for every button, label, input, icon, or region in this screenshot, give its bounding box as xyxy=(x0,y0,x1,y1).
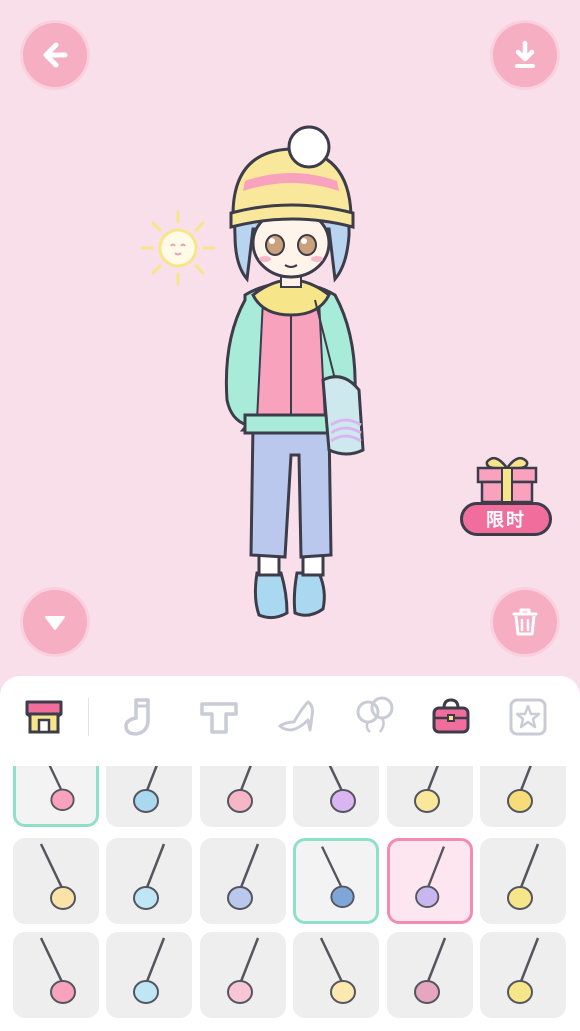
bear-face-bag-icon xyxy=(414,937,447,1004)
bunny-face-bag-icon xyxy=(39,843,76,910)
item-cell[interactable] xyxy=(293,932,379,1018)
shop-icon xyxy=(25,700,63,734)
character-stage: 限时 xyxy=(0,0,580,690)
download-button[interactable] xyxy=(490,20,560,90)
rainbow-heart-bag-icon xyxy=(328,766,356,813)
item-cell[interactable] xyxy=(200,766,286,827)
yellow-heart-bag-icon xyxy=(507,766,533,813)
download-icon xyxy=(515,40,535,68)
bunny-charm-bag-icon xyxy=(227,937,260,1004)
limited-offer-label: 限时 xyxy=(460,502,552,536)
triangle-down-icon xyxy=(45,616,65,630)
item-cell[interactable] xyxy=(200,932,286,1018)
item-cell[interactable] xyxy=(293,838,379,924)
item-grid xyxy=(0,766,580,1031)
arrow-left-icon xyxy=(43,42,68,68)
tab-shop[interactable] xyxy=(21,694,67,740)
pink-flower-bag-icon xyxy=(39,937,76,1004)
item-cell[interactable] xyxy=(106,766,192,827)
item-cell[interactable] xyxy=(293,766,379,827)
star-icon xyxy=(509,698,547,736)
item-cell[interactable] xyxy=(480,838,566,924)
balloon-icon xyxy=(356,696,394,733)
item-cell[interactable] xyxy=(13,838,99,924)
dressup-character xyxy=(224,125,365,620)
item-cell[interactable] xyxy=(480,932,566,1018)
sun-decoration xyxy=(140,210,216,286)
item-cell[interactable] xyxy=(106,838,192,924)
milk-carton-bag-icon xyxy=(133,937,166,1004)
trash-icon xyxy=(512,608,538,636)
item-cell[interactable] xyxy=(387,932,473,1018)
tab-divider xyxy=(88,698,89,736)
tab-balloons[interactable] xyxy=(352,694,398,740)
tab-socks[interactable] xyxy=(118,694,164,740)
wardrobe-panel xyxy=(0,676,580,1031)
candy-bag-icon xyxy=(133,843,166,910)
pink-feather-keychain-bag-icon xyxy=(48,766,75,811)
trash-button[interactable] xyxy=(490,587,560,657)
item-cell[interactable] xyxy=(387,838,473,924)
item-cell[interactable] xyxy=(106,932,192,1018)
item-cell[interactable] xyxy=(480,766,566,827)
sock-icon xyxy=(124,698,150,736)
blue-charm-bag-icon xyxy=(133,766,159,813)
item-cell[interactable] xyxy=(200,838,286,924)
shirt-icon xyxy=(200,702,238,734)
collapse-panel-button[interactable] xyxy=(20,587,90,657)
limited-offer-button[interactable]: 限时 xyxy=(460,454,556,540)
tab-favorites[interactable] xyxy=(505,694,551,740)
back-button[interactable] xyxy=(20,20,90,90)
angel-wing-bag-icon xyxy=(319,937,356,1004)
item-cell[interactable] xyxy=(387,766,473,827)
rainbow-phone-bag-icon xyxy=(415,846,446,908)
tab-shoes[interactable] xyxy=(274,694,320,740)
gift-box-icon xyxy=(476,456,538,504)
category-tabs xyxy=(0,676,580,758)
pink-card-bag-icon xyxy=(227,766,253,813)
bag-icon xyxy=(432,698,470,734)
lemon-heart-bag-icon xyxy=(507,843,540,910)
item-cell[interactable] xyxy=(13,766,99,827)
shell-bag-icon xyxy=(507,937,540,1004)
high-heel-icon xyxy=(278,700,314,732)
item-cell[interactable] xyxy=(13,932,99,1018)
blue-tote-bag-icon xyxy=(320,846,355,908)
cat-face-bag-icon xyxy=(414,766,440,813)
tab-bags[interactable] xyxy=(428,694,474,740)
tab-tops[interactable] xyxy=(196,694,242,740)
blue-bow-bag-icon xyxy=(227,843,260,910)
